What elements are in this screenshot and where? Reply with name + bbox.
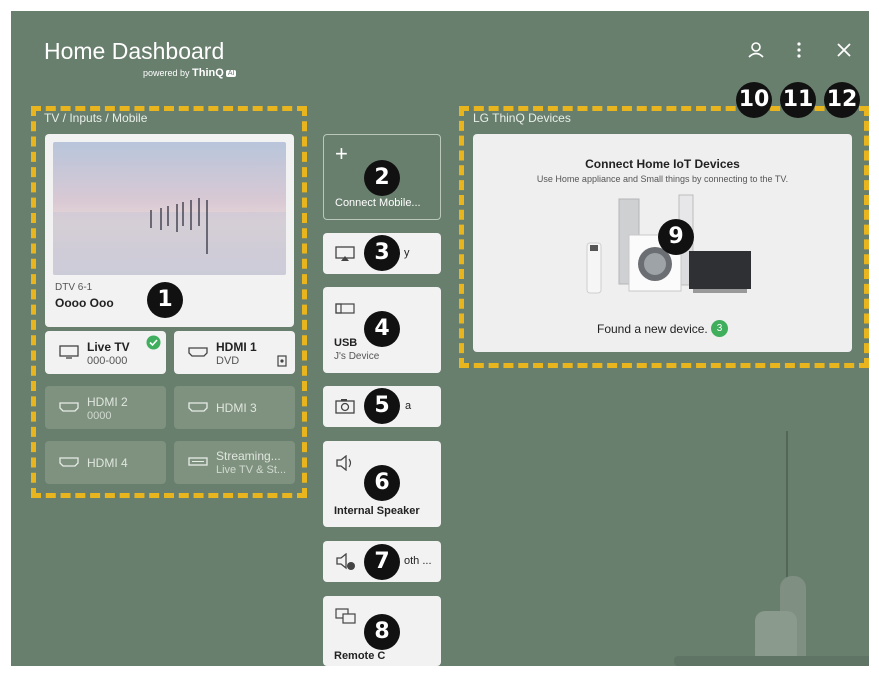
plant-stem-decoration bbox=[786, 431, 788, 581]
remote-pc-icon bbox=[335, 608, 356, 624]
home-dashboard-screen: Home Dashboard powered by ThinQ AI TV / I… bbox=[11, 11, 869, 666]
connect-iot-subtext: Use Home appliance and Small things by c… bbox=[536, 174, 789, 184]
hdmi-icon bbox=[188, 347, 208, 357]
shelf-decoration bbox=[674, 656, 869, 666]
plus-icon: + bbox=[335, 141, 348, 166]
speaker-icon bbox=[336, 455, 352, 471]
streaming-box-icon bbox=[188, 457, 208, 466]
callout-badge: 7 bbox=[364, 544, 400, 580]
input-tile-live-tv[interactable]: Live TV 000-000 bbox=[45, 331, 166, 374]
powered-by-label: powered by ThinQ AI bbox=[143, 67, 237, 79]
program-title: Oooo Ooo bbox=[55, 296, 114, 310]
callout-badge: 12 bbox=[824, 82, 860, 118]
user-icon[interactable] bbox=[744, 40, 768, 64]
hdmi-icon bbox=[59, 402, 79, 412]
connect-iot-card[interactable]: Connect Home IoT Devices Use Home applia… bbox=[473, 134, 852, 352]
callout-badge: 10 bbox=[736, 82, 772, 118]
hdmi-icon bbox=[59, 457, 79, 467]
callout-badge: 5 bbox=[364, 388, 400, 424]
thinq-brand: ThinQ bbox=[192, 67, 224, 79]
camera-icon bbox=[335, 399, 355, 414]
vase-decoration bbox=[755, 611, 797, 661]
found-device-text: Found a new device. bbox=[597, 322, 708, 336]
callout-badge: 2 bbox=[364, 160, 400, 196]
airplay-icon bbox=[335, 246, 355, 261]
tv-icon bbox=[59, 345, 79, 359]
check-icon bbox=[146, 335, 161, 350]
bluetooth-speaker-icon bbox=[336, 553, 355, 570]
close-icon[interactable] bbox=[832, 40, 856, 64]
thinq-label: LG ThinQ Devices bbox=[473, 111, 571, 125]
hdmi-icon bbox=[188, 402, 208, 412]
callout-badge: 11 bbox=[780, 82, 816, 118]
more-vert-icon[interactable] bbox=[787, 40, 811, 64]
ai-badge: AI bbox=[225, 70, 237, 78]
input-tile-hdmi-4[interactable]: HDMI 4 bbox=[45, 441, 166, 484]
input-tile-streaming[interactable]: Streaming... Live TV & St... bbox=[174, 441, 295, 484]
page-title: Home Dashboard bbox=[44, 38, 225, 64]
callout-badge: 9 bbox=[658, 219, 694, 255]
found-count-badge: 3 bbox=[711, 320, 728, 337]
input-tile-hdmi-2[interactable]: HDMI 2 0000 bbox=[45, 386, 166, 429]
tv-preview-image bbox=[53, 142, 286, 275]
callout-badge: 4 bbox=[364, 311, 400, 347]
input-tile-hdmi-1[interactable]: HDMI 1 DVD bbox=[174, 331, 295, 374]
callout-badge: 8 bbox=[364, 614, 400, 650]
callout-badge: 1 bbox=[147, 282, 183, 318]
usb-icon bbox=[335, 303, 355, 314]
callout-badge: 6 bbox=[364, 465, 400, 501]
device-settop-icon bbox=[277, 355, 287, 367]
connect-iot-heading: Connect Home IoT Devices bbox=[585, 157, 740, 171]
channel-number: DTV 6-1 bbox=[55, 282, 93, 293]
callout-badge: 3 bbox=[364, 235, 400, 271]
input-tile-hdmi-3[interactable]: HDMI 3 bbox=[174, 386, 295, 429]
tv-inputs-label: TV / Inputs / Mobile bbox=[44, 111, 148, 125]
